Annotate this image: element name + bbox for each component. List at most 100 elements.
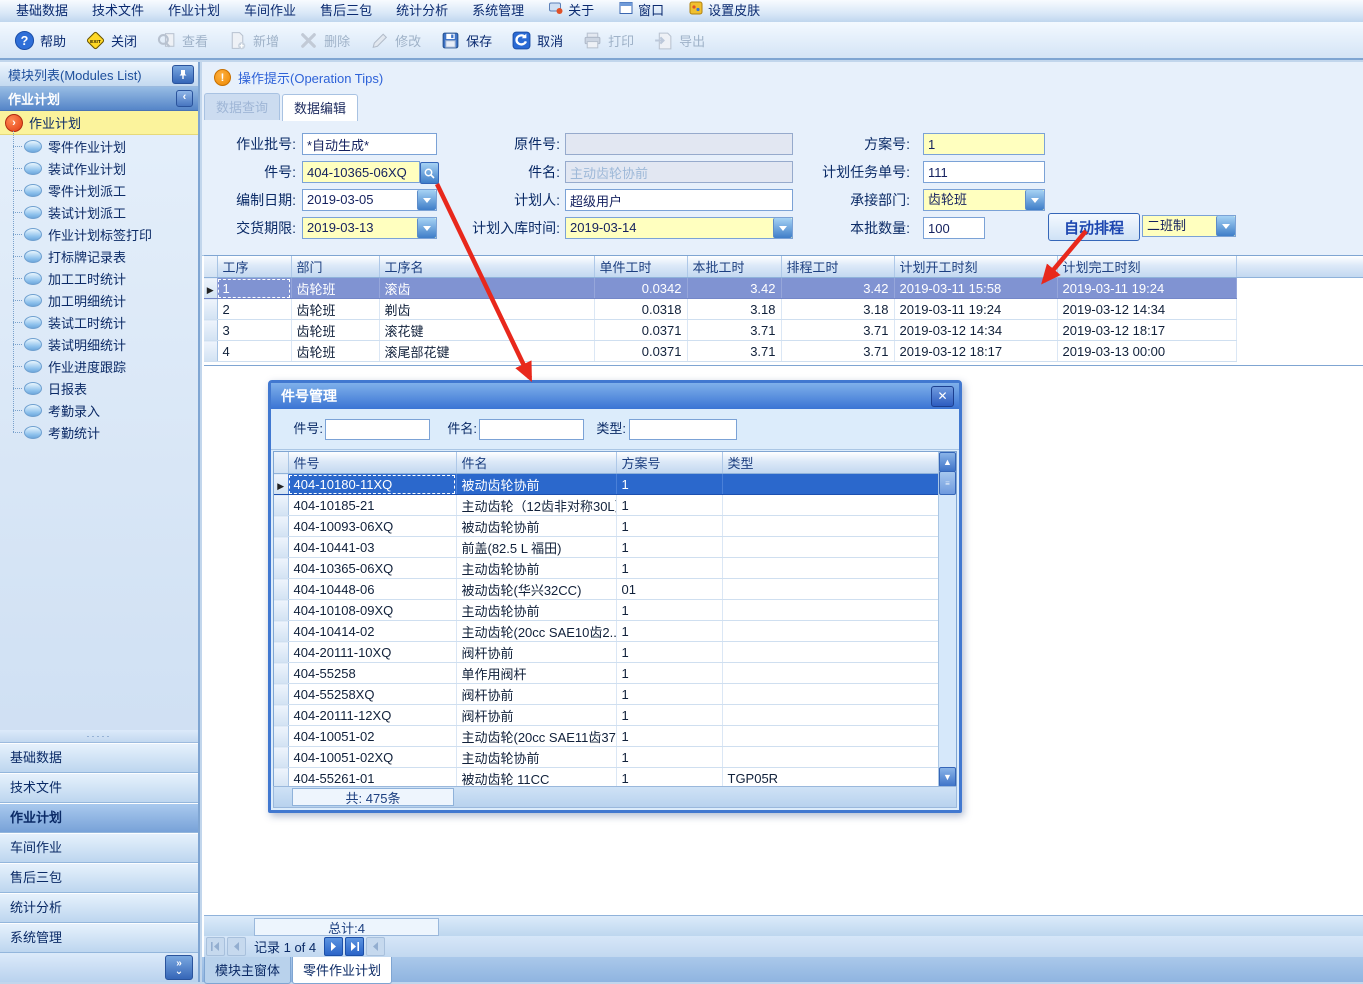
sidebar-item[interactable]: 打标牌记录表 [0,245,198,267]
col-header-dept[interactable]: 部门 [291,256,379,278]
sidebar-item[interactable]: 加工工时统计 [0,267,198,289]
menu-item-system[interactable]: 系统管理 [460,0,536,22]
chevron-down-icon[interactable]: »⌄ [165,955,193,980]
sidebar-item[interactable]: 装试作业计划 [0,157,198,179]
sidebar-item[interactable]: 零件计划派工 [0,179,198,201]
filter-part-name-input[interactable] [479,419,584,440]
table-row[interactable]: ▶ 404-10180-11XQ 被动齿轮协前 1 [274,474,939,495]
add-button[interactable]: 新增 [217,26,288,54]
table-row[interactable]: 404-20111-12XQ 阀杆协前 1 [274,705,939,726]
table-row[interactable]: 404-10093-06XQ 被动齿轮协前 1 [274,516,939,537]
sidebar-item[interactable]: 装试计划派工 [0,201,198,223]
filter-part-no-input[interactable] [325,419,430,440]
tab-main-window[interactable]: 模块主窗体 [204,957,291,984]
next-record-icon[interactable] [324,937,343,956]
plan-no-input[interactable] [923,133,1045,155]
export-button[interactable]: 导出 [643,26,714,54]
deadline-picker[interactable]: 2019-03-13 [302,217,437,239]
close-button[interactable]: EXIT 关闭 [75,26,146,54]
menu-item-base-data[interactable]: 基础数据 [4,0,80,22]
col-header-batch-hours[interactable]: 本批工时 [687,256,781,278]
table-row[interactable]: 404-10108-09XQ 主动齿轮协前 1 [274,600,939,621]
table-row[interactable]: 404-10051-02 主动齿轮(20cc SAE11齿37) 1 [274,726,939,747]
sidebar-nav-button[interactable]: 售后三包 [0,863,198,893]
col-header-unit-hours[interactable]: 单件工时 [594,256,687,278]
qty-input[interactable] [923,217,985,239]
tab-data-query[interactable]: 数据查询 [204,93,280,120]
make-date-picker[interactable]: 2019-03-05 [302,189,437,211]
chevron-down-icon[interactable] [417,190,436,210]
menu-item-about[interactable]: 关于 [536,0,606,22]
store-time-picker[interactable]: 2019-03-14 [565,217,793,239]
sidebar-item[interactable]: 零件作业计划 [0,135,198,157]
table-row[interactable]: 404-10365-06XQ 主动齿轮协前 1 [274,558,939,579]
edit-button[interactable]: 修改 [359,26,430,54]
menu-item-workshop[interactable]: 车间作业 [232,0,308,22]
tab-part-job-plan[interactable]: 零件作业计划 [292,957,392,984]
chevron-down-icon[interactable] [1216,216,1235,236]
dialog-title-bar[interactable]: 件号管理 ✕ [271,383,959,409]
table-row[interactable]: 404-10185-21 主动齿轮（12齿非对称30L） 1 [274,495,939,516]
table-row[interactable]: 404-20111-10XQ 阀杆协前 1 [274,642,939,663]
sidebar-item[interactable]: 考勤统计 [0,421,198,443]
col-header-end-time[interactable]: 计划完工时刻 [1057,256,1236,278]
part-no-search-button[interactable] [420,162,439,184]
table-row[interactable]: 404-55258 单作用阀杆 1 [274,663,939,684]
table-row[interactable]: ▶ 1 齿轮班 滚齿 0.0342 3.42 3.42 2019-03-11 1… [204,278,1363,299]
save-button[interactable]: 保存 [430,26,501,54]
vertical-scrollbar[interactable]: ▲ ≡ ▼ [938,452,956,787]
col-header-part-name[interactable]: 件名 [456,452,616,474]
scroll-down-icon[interactable]: ▼ [939,767,956,787]
table-row[interactable]: 404-10414-02 主动齿轮(20cc SAE10齿2... 1 [274,621,939,642]
sidebar-item[interactable]: 作业计划标签打印 [0,223,198,245]
sidebar-nav-button[interactable]: 系统管理 [0,923,198,953]
part-name-input[interactable] [565,161,793,183]
sidebar-item[interactable]: 考勤录入 [0,399,198,421]
sidebar-item[interactable]: 加工明细统计 [0,289,198,311]
table-row[interactable]: 404-10448-06 被动齿轮(华兴32CC) 01 [274,579,939,600]
scroll-up-icon[interactable]: ▲ [939,452,956,472]
filter-type-input[interactable] [629,419,737,440]
part-no-input[interactable] [302,161,420,183]
col-header-start-time[interactable]: 计划开工时刻 [894,256,1057,278]
sidebar-item[interactable]: 作业进度跟踪 [0,355,198,377]
section-header-job-plan[interactable]: 作业计划 ‹ [0,87,198,111]
col-header-sched-hours[interactable]: 排程工时 [781,256,894,278]
tree-root-job-plan[interactable]: › 作业计划 [0,111,198,135]
orig-no-input[interactable] [565,133,793,155]
prev-record-icon[interactable] [227,937,246,956]
sidebar-nav-button[interactable]: 统计分析 [0,893,198,923]
table-row[interactable]: 2 齿轮班 剃齿 0.0318 3.18 3.18 2019-03-11 19:… [204,299,1363,320]
sidebar-nav-button[interactable]: 车间作业 [0,833,198,863]
col-header-process-name[interactable]: 工序名 [379,256,594,278]
first-record-icon[interactable] [206,937,225,956]
tab-data-edit[interactable]: 数据编辑 [282,94,358,121]
table-row[interactable]: 3 齿轮班 滚花键 0.0371 3.71 3.71 2019-03-12 14… [204,320,1363,341]
sidebar-item[interactable]: 日报表 [0,377,198,399]
collapse-icon[interactable]: ‹ [176,90,193,107]
table-row[interactable]: 404-55258XQ 阀杆协前 1 [274,684,939,705]
sidebar-item[interactable]: 装试工时统计 [0,311,198,333]
menu-item-set-skin[interactable]: 设置皮肤 [676,0,772,22]
planner-input[interactable] [565,189,793,211]
table-row[interactable]: 4 齿轮班 滚尾部花键 0.0371 3.71 3.71 2019-03-12 … [204,341,1363,362]
col-header-plan-no[interactable]: 方案号 [616,452,722,474]
chevron-down-icon[interactable] [417,218,436,238]
help-button[interactable]: ? 帮助 [4,26,75,54]
cancel-button[interactable]: 取消 [501,26,572,54]
shift-select[interactable]: 二班制 [1142,215,1236,237]
auto-schedule-button[interactable]: 自动排程 [1048,213,1140,241]
print-button[interactable]: 打印 [572,26,643,54]
task-no-input[interactable] [923,161,1045,183]
last-record-icon[interactable] [345,937,364,956]
table-row[interactable]: 404-10441-03 前盖(82.5 L 福田) 1 [274,537,939,558]
menu-item-aftersales[interactable]: 售后三包 [308,0,384,22]
chevron-down-icon[interactable] [1025,190,1044,210]
table-row[interactable]: 404-10051-02XQ 主动齿轮协前 1 [274,747,939,768]
col-header-process[interactable]: 工序 [217,256,291,278]
sidebar-nav-button[interactable]: 基础数据 [0,743,198,773]
close-icon[interactable]: ✕ [931,386,954,407]
pin-button[interactable] [172,65,194,84]
sidebar-nav-button[interactable]: 技术文件 [0,773,198,803]
batch-no-input[interactable] [302,133,437,155]
